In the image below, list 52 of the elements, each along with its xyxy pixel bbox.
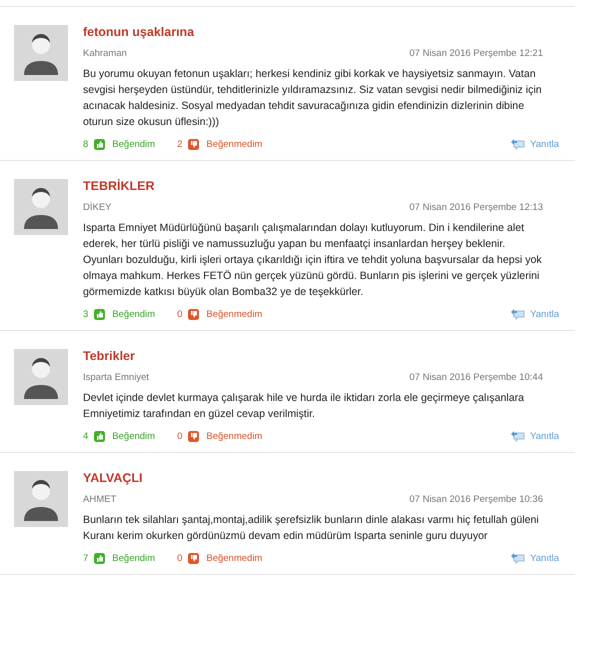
avatar-icon [14,471,68,527]
dislike-link[interactable]: Beğenmedim [206,308,262,320]
author-name: Kahraman [83,48,127,59]
dislike-link[interactable]: Beğenmedim [206,138,262,150]
author-name: AHMET [83,494,116,505]
reply-icon[interactable] [510,430,526,442]
dislike-count: 2 [177,138,182,150]
dislike-link[interactable]: Beğenmedim [206,430,262,442]
author-name: Isparta Emniyet [83,372,149,383]
dislike-count: 0 [177,552,182,564]
reply-link[interactable]: Yanıtla [530,308,559,320]
comment-text: Bunların tek silahları şantaj,montaj,adilik şerefsizlik bunların dinle alakası varmı hiç fetullah güleni Kuranı kerim okurken gördünüzmü devam edin müdürüm Isparta seninle guru duyuyor [83,513,540,544]
reply-link[interactable]: Yanıtla [530,138,559,150]
avatar-icon [14,179,68,235]
comment-title: fetonun uşaklarına [83,25,196,39]
comment-text: Bu yorumu okuyan fetonun uşakları; herkesi kendiniz gibi korkak ve haysiyetsiz sanmayın. Vatan sevgisi herşeyden üstündür, tehditlerinizle yıldıramazsınız. Siz vatan sevgisi nedir bilmediğiniz için acınacak haldesiniz. Sosyal medyadan tehdit savuracağınıza gidin efendinizin dizlerinin dibine oturun size okusun üflesin:))) [83,67,543,130]
thumbs-up-icon[interactable] [94,552,106,564]
like-link[interactable]: Beğendim [112,430,156,442]
comment-date: 07 Nisan 2016 Perşembe 12:21 [409,48,543,59]
comment-title: Tebrikler [83,349,136,363]
thumbs-down-icon[interactable] [188,308,200,320]
author-name: DİKEY [83,202,112,213]
thumbs-down-icon[interactable] [188,138,200,150]
dislike-count: 0 [177,430,182,442]
reply-icon[interactable] [510,552,526,564]
avatar-icon [14,349,68,405]
like-count: 4 [83,430,88,442]
like-count: 3 [83,308,88,320]
thumbs-up-icon[interactable] [94,138,106,150]
dislike-count: 0 [177,308,182,320]
dislike-link[interactable]: Beğenmedim [206,552,262,564]
thumbs-up-icon[interactable] [94,308,106,320]
like-link[interactable]: Beğendim [112,308,156,320]
reply-link[interactable]: Yanıtla [530,552,559,564]
comment-date: 07 Nisan 2016 Perşembe 10:36 [409,494,543,505]
like-count: 7 [83,552,88,564]
comment-date: 07 Nisan 2016 Perşembe 10:44 [409,372,543,383]
comment-title: TEBRİKLER [83,179,156,193]
comment-title: YALVAÇLI [83,471,144,485]
like-link[interactable]: Beğendim [112,138,156,150]
comment-text: Isparta Emniyet Müdürlüğünü başarılı çalışmalarından dolayı kutluyorum. Din i kendilerine alet ederek, her türlü pisliği ve namussuzluğu yapan bu menfaatçi insanlardan herşey beklenir. Oyunları bozulduğu, kirli işleri ortaya çıkarıldığı için iftira ve tehdit yoluna başvursalar da hepsi yok olmaya mahkum. Herkes FETÖ nün gerçek yüzünü gördü. Bunların pis işlerini ve gerçek yüzlerini görmemizde katkısı büyük olan Bomba32 ye de teşekkürler. [83,221,543,300]
like-link[interactable]: Beğendim [112,552,156,564]
thumbs-down-icon[interactable] [188,552,200,564]
like-count: 8 [83,138,88,150]
comment-text: Devlet içinde devlet kurmaya çalışarak hile ve hurda ile iktidarı zorla ele geçirmeye çalışanlara Emniyetimiz tarafından en güzel cevap verilmiştir. [83,391,526,422]
thumbs-up-icon[interactable] [94,430,106,442]
reply-icon[interactable] [510,308,526,320]
avatar-icon [14,25,68,81]
reply-link[interactable]: Yanıtla [530,430,559,442]
comment-date: 07 Nisan 2016 Perşembe 12:13 [409,202,543,213]
reply-icon[interactable] [510,138,526,150]
thumbs-down-icon[interactable] [188,430,200,442]
